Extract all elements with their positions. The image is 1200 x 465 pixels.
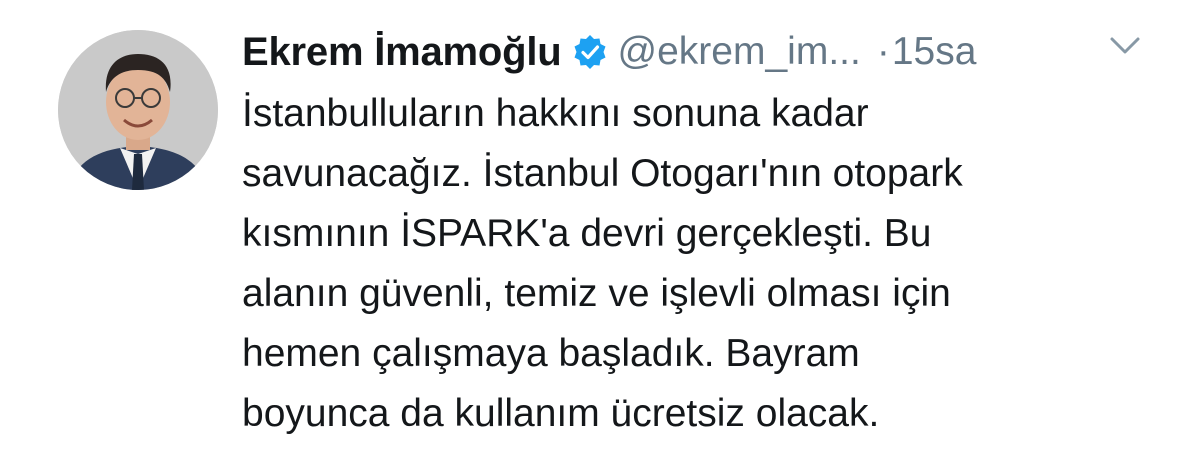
tweet-text-line: kısmının İSPARK'a devri gerçekleşti. Bu	[242, 212, 932, 255]
timestamp[interactable]: 15sa	[892, 30, 977, 74]
verified-badge-icon	[572, 34, 608, 70]
author-handle[interactable]: @ekrem_im...	[618, 30, 861, 74]
author-name[interactable]: Ekrem İmamoğlu	[242, 30, 562, 75]
tweet-text-line: savunacağız. İstanbul Otogarı'nın otopar…	[242, 152, 963, 195]
tweet-header: Ekrem İmamoğlu @ekrem_im... · 15sa	[242, 22, 1172, 82]
tweet-text-line: alanın güvenli, temiz ve işlevli olması …	[242, 272, 951, 315]
avatar[interactable]	[58, 30, 218, 190]
profile-photo-icon	[58, 30, 218, 190]
chevron-down-icon[interactable]	[1108, 34, 1142, 58]
tweet-text: İstanbulluların hakkını sonuna kadar sav…	[242, 84, 1172, 444]
tweet-text-line: İstanbulluların hakkını sonuna kadar	[242, 92, 869, 135]
tweet-text-line: boyunca da kullanım ücretsiz olacak.	[242, 392, 880, 435]
tweet[interactable]: Ekrem İmamoğlu @ekrem_im... · 15sa İstan…	[0, 0, 1200, 465]
separator-dot: ·	[876, 30, 890, 73]
tweet-text-line: hemen çalışmaya başladık. Bayram	[242, 332, 860, 375]
